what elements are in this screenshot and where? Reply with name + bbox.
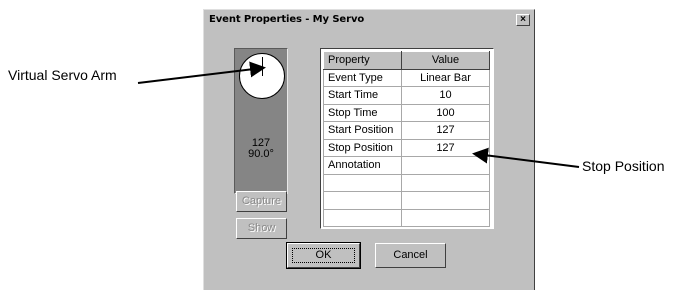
grid-header-row: Property Value <box>323 51 490 70</box>
column-header-property[interactable]: Property <box>323 51 402 70</box>
property-name: Stop Time <box>323 103 402 122</box>
dialog-title: Event Properties - My Servo <box>209 14 365 25</box>
ok-button[interactable]: OK <box>286 242 361 269</box>
property-name <box>323 208 402 227</box>
grid-row[interactable]: Event Type Linear Bar <box>323 68 490 87</box>
property-value[interactable]: Linear Bar <box>401 68 490 87</box>
grid-row[interactable] <box>323 191 490 210</box>
property-name <box>323 173 402 192</box>
property-value[interactable] <box>401 173 490 192</box>
property-value[interactable]: 100 <box>401 103 490 122</box>
servo-dial[interactable] <box>239 53 285 99</box>
virtual-servo-panel: 127 90.0° <box>234 48 288 194</box>
property-name: Stop Position <box>323 138 402 157</box>
show-button[interactable]: Show <box>236 218 287 239</box>
grid-row[interactable]: Stop Time 100 <box>323 103 490 122</box>
property-name: Start Time <box>323 86 402 105</box>
servo-arm-indicator <box>262 57 263 76</box>
property-grid[interactable]: Property Value Event Type Linear Bar Star… <box>320 48 494 229</box>
callout-stop-position: Stop Position <box>582 158 665 174</box>
property-name: Event Type <box>323 68 402 87</box>
capture-button[interactable]: Capture <box>236 191 287 212</box>
focus-rectangle <box>292 248 355 263</box>
property-name: Annotation <box>323 156 402 175</box>
property-value[interactable]: 10 <box>401 86 490 105</box>
property-value[interactable] <box>401 191 490 210</box>
callout-virtual-servo-arm: Virtual Servo Arm <box>8 67 117 83</box>
property-name <box>323 191 402 210</box>
grid-row[interactable]: Stop Position 127 <box>323 138 490 157</box>
grid-row[interactable]: Start Position 127 <box>323 121 490 140</box>
property-value[interactable] <box>401 156 490 175</box>
dialog-titlebar: Event Properties - My Servo × <box>206 12 532 29</box>
property-table: Property Value Event Type Linear Bar Star… <box>323 51 490 227</box>
event-properties-dialog: Event Properties - My Servo × 127 90.0° … <box>203 9 535 290</box>
grid-row[interactable]: Start Time 10 <box>323 86 490 105</box>
property-value[interactable]: 127 <box>401 121 490 140</box>
property-value[interactable]: 127 <box>401 138 490 157</box>
grid-row[interactable] <box>323 208 490 227</box>
close-icon[interactable]: × <box>516 14 530 26</box>
grid-row[interactable]: Annotation <box>323 156 490 175</box>
property-value[interactable] <box>401 208 490 227</box>
grid-row[interactable] <box>323 173 490 192</box>
servo-angle-value: 90.0° <box>248 148 274 160</box>
cancel-button[interactable]: Cancel <box>375 243 446 268</box>
column-header-value[interactable]: Value <box>401 51 490 70</box>
property-name: Start Position <box>323 121 402 140</box>
